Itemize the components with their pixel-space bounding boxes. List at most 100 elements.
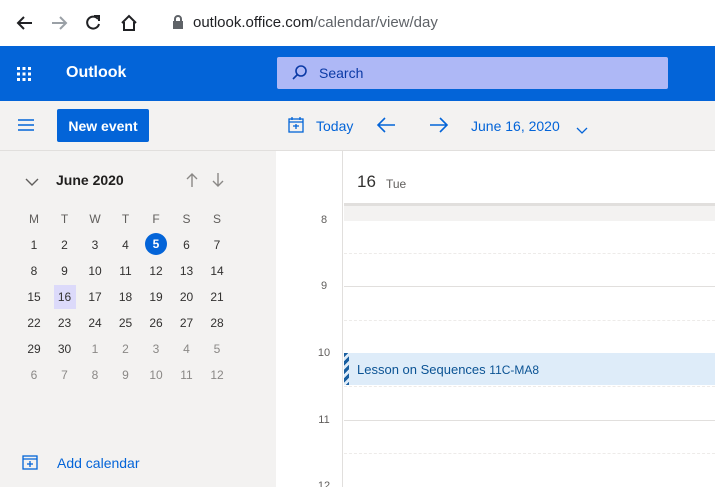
arrow-up-icon[interactable] — [186, 172, 198, 193]
arrow-down-icon[interactable] — [212, 172, 224, 193]
app-header: Outlook Search — [0, 46, 715, 101]
mini-calendar-day[interactable]: 13 — [176, 259, 198, 283]
mini-calendar-day[interactable]: 2 — [54, 233, 76, 257]
time-gutter — [276, 151, 343, 487]
forward-arrow-icon[interactable] — [48, 12, 70, 34]
mini-calendar-day[interactable]: 10 — [145, 363, 167, 387]
week-row: 29 30 1 2 3 4 5 — [23, 337, 228, 363]
next-day-icon[interactable] — [429, 115, 449, 140]
home-icon[interactable] — [118, 12, 140, 34]
week-row: 8 9 10 11 12 13 14 — [23, 259, 228, 285]
back-arrow-icon[interactable] — [14, 12, 36, 34]
date-picker-label[interactable]: June 16, 2020 — [471, 118, 560, 134]
half-hour-line — [344, 253, 715, 254]
mini-calendar-day[interactable]: 24 — [84, 311, 106, 335]
mini-calendar-day[interactable]: 15 — [23, 285, 45, 309]
mini-calendar-day[interactable]: 17 — [84, 285, 106, 309]
mini-calendar-day[interactable]: 5 — [206, 337, 228, 361]
search-box[interactable]: Search — [277, 57, 668, 89]
new-event-button[interactable]: New event — [57, 109, 149, 142]
mini-calendar-day[interactable]: 4 — [115, 233, 137, 257]
mini-calendar-day[interactable]: 3 — [145, 337, 167, 361]
half-hour-line — [344, 453, 715, 454]
left-pane-top: New event — [0, 101, 276, 151]
mini-calendar-day[interactable]: 28 — [206, 311, 228, 335]
event-stripe — [344, 353, 349, 385]
mini-calendar-day[interactable]: 14 — [206, 259, 228, 283]
hour-label: 8 — [320, 214, 328, 226]
mini-calendar-day[interactable]: 6 — [23, 363, 45, 387]
lock-icon — [172, 15, 184, 34]
mini-calendar-day[interactable]: 5 — [145, 233, 167, 255]
weekday-row: M T W T F S S — [23, 207, 228, 233]
mini-calendar-day[interactable]: 11 — [176, 363, 198, 387]
mini-calendar-day[interactable]: 12 — [145, 259, 167, 283]
mini-calendar-day[interactable]: 9 — [54, 259, 76, 283]
weekday-label: T — [121, 212, 130, 226]
mini-calendar-day[interactable]: 20 — [176, 285, 198, 309]
mini-calendar-day[interactable]: 25 — [115, 311, 137, 335]
mini-calendar-day[interactable]: 7 — [206, 233, 228, 257]
mini-calendar-day[interactable]: 1 — [23, 233, 45, 257]
mini-calendar-day[interactable]: 10 — [84, 259, 106, 283]
add-calendar-label: Add calendar — [57, 455, 140, 471]
week-row: 6 7 8 9 10 11 12 — [23, 363, 228, 389]
mini-calendar-day[interactable]: 9 — [115, 363, 137, 387]
add-calendar-link[interactable]: Add calendar — [0, 451, 276, 475]
browser-toolbar: outlook.office.com/calendar/view/day — [0, 0, 715, 46]
hamburger-menu-icon[interactable] — [18, 118, 34, 137]
mini-calendar-day[interactable]: 26 — [145, 311, 167, 335]
mini-calendar-header: June 2020 — [0, 169, 276, 193]
mini-calendar-day[interactable]: 29 — [23, 337, 45, 361]
day-header: 16 Tue — [344, 151, 715, 206]
mini-calendar-day[interactable]: 11 — [115, 259, 137, 283]
mini-calendar-day[interactable]: 16 — [53, 285, 76, 309]
mini-calendar-grid: M T W T F S S 1 2 3 4 5 6 7 8 9 10 11 12 13 14 15 16 17 1… — [23, 207, 228, 389]
hour-line — [344, 420, 715, 421]
mini-calendar-day[interactable]: 12 — [206, 363, 228, 387]
mini-calendar-day[interactable]: 21 — [206, 285, 228, 309]
weekday-label: S — [212, 212, 221, 226]
mini-calendar-day[interactable]: 8 — [23, 259, 45, 283]
reload-icon[interactable] — [82, 12, 104, 34]
weekday-label: F — [152, 212, 160, 226]
mini-calendar-month[interactable]: June 2020 — [56, 172, 124, 188]
url-host: outlook.office.com — [193, 14, 314, 31]
mini-calendar-day[interactable]: 22 — [23, 311, 45, 335]
event-title-text: Lesson on Sequences — [357, 362, 486, 377]
calendar-event[interactable]: Lesson on Sequences 11C-MA8 — [344, 353, 715, 385]
mini-calendar-day[interactable]: 30 — [54, 337, 76, 361]
weekday-label: S — [182, 212, 191, 226]
app-launcher-icon[interactable] — [0, 46, 48, 101]
hour-line — [344, 286, 715, 287]
chevron-down-icon[interactable] — [25, 174, 39, 192]
weekday-label: M — [29, 212, 39, 226]
mini-calendar-day[interactable]: 23 — [54, 311, 76, 335]
mini-calendar-day[interactable]: 4 — [176, 337, 198, 361]
app-name[interactable]: Outlook — [66, 64, 126, 82]
day-number: 16 — [357, 172, 376, 191]
mini-calendar-day[interactable]: 18 — [115, 285, 137, 309]
half-hour-line — [344, 320, 715, 321]
add-calendar-icon — [22, 454, 38, 475]
mini-calendar-day[interactable]: 6 — [176, 233, 198, 257]
address-bar[interactable]: outlook.office.com/calendar/view/day — [193, 14, 438, 31]
hour-label: 10 — [317, 347, 331, 359]
mini-calendar-day[interactable]: 19 — [145, 285, 167, 309]
mini-calendar-day[interactable]: 27 — [176, 311, 198, 335]
event-title: Lesson on Sequences 11C-MA8 — [357, 362, 539, 377]
week-row: 15 16 17 18 19 20 21 — [23, 285, 228, 311]
mini-calendar-day[interactable]: 3 — [84, 233, 106, 257]
weekday-label: W — [89, 212, 101, 226]
all-day-strip[interactable] — [344, 203, 715, 221]
mini-calendar-day[interactable]: 1 — [84, 337, 106, 361]
left-pane: New event June 2020 M T W T F S S 123456… — [0, 101, 276, 487]
calendar-today-icon[interactable] — [288, 117, 304, 138]
hour-label: 12 — [317, 480, 331, 487]
today-button[interactable]: Today — [316, 118, 353, 134]
previous-day-icon[interactable] — [376, 115, 396, 140]
chevron-down-icon[interactable] — [576, 122, 588, 140]
mini-calendar-day[interactable]: 2 — [115, 337, 137, 361]
mini-calendar-day[interactable]: 7 — [54, 363, 76, 387]
mini-calendar-day[interactable]: 8 — [84, 363, 106, 387]
